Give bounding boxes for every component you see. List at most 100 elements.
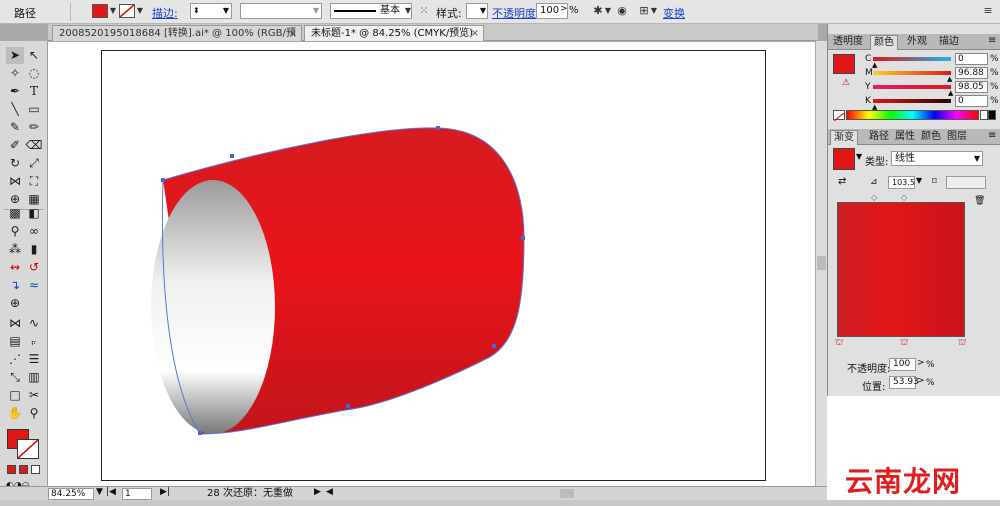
channel-m-handle[interactable]: ▲	[947, 75, 952, 83]
list-tool-icon[interactable]: ☰	[25, 351, 43, 368]
chevron-down-icon[interactable]: ▼	[96, 487, 103, 497]
black-swatch[interactable]	[988, 110, 996, 120]
chevron-right-icon[interactable]: >	[917, 376, 925, 386]
paintbrush-tool-icon[interactable]: ✎	[6, 119, 24, 136]
pen-tool-icon[interactable]: ✒	[6, 83, 24, 100]
mesh-tool-icon[interactable]: ▩	[6, 205, 24, 222]
twirl-tool-icon[interactable]: ↺	[25, 259, 43, 276]
gradient-type-select[interactable]: 线性 ▼	[891, 151, 983, 166]
anchor-point[interactable]	[198, 431, 202, 435]
aspect-ratio-field[interactable]	[946, 176, 986, 189]
anchor-point[interactable]	[436, 126, 440, 130]
zoom-tool-icon[interactable]: ⚲	[25, 405, 43, 422]
color-mode-button[interactable]	[7, 465, 16, 474]
width-tool-icon[interactable]: ⋈	[6, 173, 24, 190]
stroke-weight-field[interactable]: ⬍ ▼	[190, 3, 232, 19]
gradient-stop[interactable]: ⛫	[900, 338, 908, 349]
selection-tool-icon[interactable]: ➤	[6, 47, 24, 64]
rectangle-tool-icon[interactable]: ▭	[25, 101, 43, 118]
fill-dropdown-icon[interactable]: ▼	[109, 4, 117, 18]
reverse-gradient-icon[interactable]: ⇄	[838, 176, 846, 187]
chevron-right-icon[interactable]: >	[560, 4, 568, 14]
brush-options-icon[interactable]: ⁙	[416, 3, 432, 19]
graphic-style-swatch[interactable]: ▼	[466, 3, 488, 19]
wrinkle-tool-icon[interactable]: ≈	[25, 277, 43, 294]
stroke-link[interactable]: 描边:	[152, 5, 178, 21]
hand-tool-icon[interactable]: ✋	[6, 405, 24, 422]
channel-y-field[interactable]: 98.05	[955, 81, 988, 93]
delete-stop-icon[interactable]: 🗑	[974, 196, 985, 206]
crop-tool-icon[interactable]: ⟔	[25, 333, 43, 350]
tab-color-guide[interactable]: 颜色	[918, 130, 944, 145]
gradient-stop[interactable]: ⛫	[835, 338, 843, 349]
zoom-field[interactable]: 84.25%	[48, 488, 94, 500]
stroke-swatch[interactable]	[17, 439, 39, 459]
none-mode-button[interactable]	[31, 465, 40, 474]
eraser-tool-icon[interactable]: ⌫	[25, 137, 43, 154]
tab-pathfinder[interactable]: 路径	[866, 130, 892, 145]
direct-selection-tool-icon[interactable]: ↖	[25, 47, 43, 64]
anchor-point[interactable]	[161, 178, 165, 182]
anchor-point[interactable]	[521, 236, 525, 240]
line-tool-icon[interactable]: ╲	[6, 101, 24, 118]
transform-link[interactable]: 变换	[663, 5, 685, 21]
close-icon[interactable]: ×	[289, 26, 297, 41]
scroll-left-icon[interactable]: ◀	[326, 487, 333, 497]
lasso-tool-icon[interactable]: ◌	[25, 65, 43, 82]
type-tool-icon[interactable]: T	[25, 83, 43, 100]
tab-stroke[interactable]: 描边	[936, 35, 962, 50]
brush-dropdown-icon[interactable]: ▼	[404, 4, 412, 18]
blend-tool-icon[interactable]: ∞	[25, 223, 43, 240]
chevron-right-icon[interactable]: >	[917, 358, 925, 368]
panel-menu-icon[interactable]: ≡	[980, 3, 996, 19]
channel-c-slider[interactable]	[873, 57, 951, 61]
graph-tool-icon[interactable]: ⋰	[6, 351, 24, 368]
white-swatch[interactable]	[980, 110, 988, 120]
gradient-swatch[interactable]	[833, 148, 855, 170]
midpoint-handle[interactable]: ◇	[871, 193, 877, 202]
bars-tool-icon[interactable]: ▥	[25, 369, 43, 386]
tab-appearance[interactable]: 外观	[904, 35, 930, 50]
magic-wand-tool-icon[interactable]: ✧	[6, 65, 24, 82]
cylinder-artwork[interactable]	[48, 42, 815, 486]
tab-transparency[interactable]: 透明度	[830, 35, 866, 50]
gradient-tool-icon[interactable]: ◧	[25, 205, 43, 222]
canvas-area[interactable]	[48, 42, 815, 486]
slice-select-tool-icon[interactable]: □	[6, 387, 24, 404]
channel-y-handle[interactable]: ▲	[948, 89, 953, 97]
gradient-preview[interactable]	[837, 202, 965, 337]
column-graph-tool-icon[interactable]: ▮	[25, 241, 43, 258]
rotate-tool-icon[interactable]: ↻	[6, 155, 24, 172]
panel-menu-icon[interactable]: ≡	[988, 130, 996, 141]
target-tool-icon[interactable]: ⊕	[6, 295, 24, 312]
stop-position-field[interactable]: 53.93	[889, 376, 919, 389]
variable-width-field[interactable]: ▼	[240, 3, 322, 19]
fill-color-swatch[interactable]	[92, 4, 108, 18]
color-swatch[interactable]	[833, 54, 855, 74]
slice-tool-icon[interactable]: ∿	[25, 315, 43, 332]
tab-gradient[interactable]: 渐变	[830, 130, 858, 145]
tab-layers[interactable]: 图层	[944, 130, 970, 145]
chart-tool-icon[interactable]: ▤	[6, 333, 24, 350]
channel-c-handle[interactable]: ▲	[872, 61, 877, 69]
scale-tool-icon[interactable]: ⤢	[25, 155, 43, 172]
channel-k-slider[interactable]	[873, 99, 951, 103]
artboard-tool-icon[interactable]: ⋈	[6, 315, 24, 332]
channel-m-field[interactable]: 96.88	[955, 67, 988, 79]
symbol-sprayer-tool-icon[interactable]: ⁂	[6, 241, 24, 258]
angle-field[interactable]: 103.5	[888, 176, 915, 189]
anchor-point[interactable]	[346, 404, 350, 408]
opacity-link[interactable]: 不透明度:	[492, 5, 540, 21]
horizontal-scroll-thumb[interactable]	[560, 489, 574, 498]
recolor-dropdown-icon[interactable]: ▼	[604, 4, 612, 18]
tab-document-2[interactable]: 未标题-1* @ 84.25% (CMYK/预览) ×	[304, 25, 484, 41]
gradient-mode-button[interactable]	[19, 465, 28, 474]
channel-m-slider[interactable]	[873, 71, 951, 75]
status-menu-icon[interactable]: ▶	[314, 487, 321, 497]
align-dropdown-icon[interactable]: ▼	[650, 4, 658, 18]
vertical-scrollbar[interactable]	[815, 41, 827, 486]
scroll-thumb[interactable]	[817, 256, 826, 270]
anchor-point[interactable]	[230, 154, 234, 158]
channel-y-slider[interactable]	[873, 85, 951, 89]
eyedropper-tool-icon[interactable]: ⚲	[6, 223, 24, 240]
